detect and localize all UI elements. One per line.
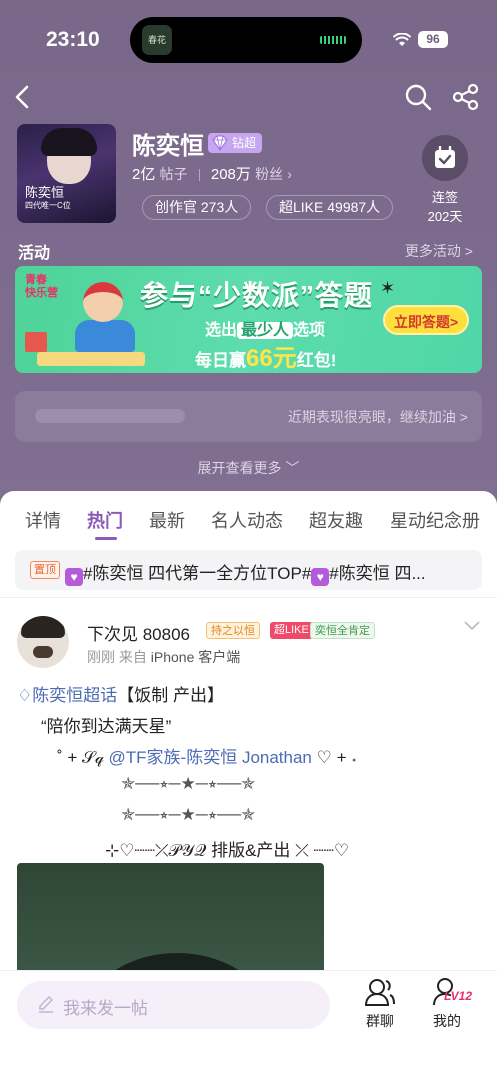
expand-more-button[interactable]: 展开查看更多 ﹀ bbox=[0, 458, 497, 478]
feed-tabs: 详情 热门 最新 名人动态 超友趣 星动纪念册 bbox=[0, 491, 497, 549]
activity-title: 活动 bbox=[18, 245, 51, 262]
tab-hot[interactable]: 热门 bbox=[87, 507, 123, 533]
notice-text: 近期表现很亮眼，继续加油 > bbox=[287, 409, 468, 425]
music-thumbnail: 春花 bbox=[142, 25, 172, 55]
diamond-icon: ♢ bbox=[17, 686, 33, 705]
books-illustration bbox=[25, 332, 47, 352]
audio-wave-icon bbox=[320, 36, 346, 44]
status-time: 23:10 bbox=[46, 28, 100, 51]
topic-header: 23:10 春花 96 陈奕恒 四代唯一C位 陈奕恒 钻超 2亿 帖子 208万… bbox=[0, 0, 497, 500]
mine-label: 我的 bbox=[433, 1013, 461, 1029]
post-source: iPhone 客户端 bbox=[150, 649, 241, 665]
search-icon[interactable] bbox=[404, 83, 432, 111]
group-chat-label: 群聊 bbox=[366, 1013, 394, 1029]
wifi-icon bbox=[393, 33, 411, 46]
banner-subline-2: 每日赢66元红包! bbox=[195, 345, 337, 372]
tab-memory-album[interactable]: 星动纪念册 bbox=[390, 507, 480, 533]
post-author-name[interactable]: 下次见 80806 bbox=[87, 620, 190, 645]
chevron-right-icon[interactable]: › bbox=[287, 166, 292, 182]
cover-title: 陈奕恒 bbox=[25, 186, 65, 201]
tab-celebrity-updates[interactable]: 名人动态 bbox=[211, 507, 283, 533]
post-line-2: “陪你到达满天星” bbox=[41, 717, 172, 736]
post-line-4: ✯──⭒─★─⭒──✯ bbox=[121, 774, 256, 793]
level-badge[interactable]: 钻超 bbox=[208, 133, 263, 153]
pencil-icon bbox=[39, 995, 54, 1013]
post-meta: 刚刚 来自 iPhone 客户端 bbox=[87, 647, 240, 667]
tab-details[interactable]: 详情 bbox=[25, 507, 61, 533]
checkin-button[interactable]: 连签 202天 bbox=[420, 135, 470, 225]
pinned-tag: 置顶 bbox=[30, 561, 60, 579]
status-bar: 23:10 春花 96 bbox=[0, 0, 497, 80]
endorse-badge[interactable]: 奕恒全肯定 bbox=[310, 622, 375, 639]
level-badge-label: 钻超 bbox=[232, 136, 257, 150]
share-icon[interactable] bbox=[452, 83, 480, 111]
purple-heart-icon: ♥ bbox=[65, 568, 83, 586]
superlike-badge[interactable]: 超LIKE bbox=[270, 622, 313, 639]
checkin-label: 连签 bbox=[431, 190, 458, 205]
bottom-bar: 我来发一帖 群聊 LV12 我的 bbox=[0, 970, 497, 1080]
answer-now-button[interactable]: 立即答题> bbox=[383, 305, 469, 335]
persistence-badge[interactable]: 持之以恒 bbox=[206, 622, 260, 639]
student-illustration bbox=[75, 320, 135, 352]
avatar[interactable] bbox=[17, 616, 69, 668]
quiz-activity-banner[interactable]: 青春 快乐营 参与“少数派”答题 ✶ 选出 最少人 选项 每日赢66元红包! 立即答… bbox=[15, 266, 482, 373]
compose-placeholder: 我来发一帖 bbox=[63, 999, 148, 1018]
topic-title: 陈奕恒 bbox=[132, 133, 204, 160]
superlike-pill[interactable]: 超LIKE 49987人 bbox=[266, 195, 394, 220]
checkin-days: 202天 bbox=[427, 209, 463, 224]
compose-post-input[interactable]: 我来发一帖 bbox=[17, 981, 330, 1029]
dynamic-island: 春花 bbox=[130, 17, 362, 63]
creators-pill[interactable]: 创作官 273人 bbox=[142, 195, 252, 220]
diamond-icon bbox=[212, 135, 228, 151]
cover-subtitle: 四代唯一C位 bbox=[25, 201, 71, 210]
fans-label[interactable]: 粉丝 bbox=[255, 166, 283, 182]
calendar-check-icon bbox=[422, 135, 468, 181]
group-chat-icon bbox=[364, 979, 395, 1006]
active-tab-indicator bbox=[95, 537, 117, 540]
posts-label: 帖子 bbox=[159, 166, 188, 182]
banner-subline-1: 选出 最少人 选项 bbox=[205, 322, 326, 339]
user-level-badge: LV12 bbox=[444, 989, 473, 1003]
post-from-label: 来自 bbox=[118, 649, 147, 665]
topic-stats: 2亿 帖子 208万 粉丝 › bbox=[132, 163, 292, 184]
post-line-6: ⊹♡┈┈⤫𝒫𝒴𝒬 排版&产出 ⤫ ┈┈♡ bbox=[105, 841, 350, 860]
mention-link[interactable]: @TF家族-陈奕恒 Jonathan bbox=[109, 748, 312, 767]
topic-cover-image[interactable]: 陈奕恒 四代唯一C位 bbox=[17, 124, 116, 223]
back-icon[interactable] bbox=[12, 82, 34, 112]
battery-indicator: 96 bbox=[418, 31, 448, 48]
mine-button[interactable]: LV12 我的 bbox=[422, 977, 472, 1031]
post-time: 刚刚 bbox=[87, 649, 115, 665]
performance-notice[interactable]: 近期表现很亮眼，继续加油 > bbox=[15, 391, 482, 442]
tab-latest[interactable]: 最新 bbox=[149, 507, 185, 533]
event-logo: 青春 快乐营 bbox=[25, 274, 58, 299]
post-line-5: ✯──⭒─★─⭒──✯ bbox=[121, 805, 256, 824]
tab-super-fun[interactable]: 超友趣 bbox=[309, 507, 363, 533]
sparkle-icon: ✶ bbox=[380, 278, 396, 298]
topic-link[interactable]: 陈奕恒超话 bbox=[32, 686, 117, 705]
chevron-down-icon[interactable] bbox=[464, 621, 480, 631]
pinned-text: ♥ #陈奕恒 四代第一全方位TOP# ♥ #陈奕恒 四... bbox=[65, 559, 470, 586]
fans-count[interactable]: 208万 bbox=[211, 166, 251, 183]
more-activities-link[interactable]: 更多活动 > bbox=[405, 241, 473, 261]
posts-count: 2亿 bbox=[132, 166, 156, 183]
banner-headline: 参与“少数派”答题 bbox=[140, 280, 374, 311]
pinned-post[interactable]: 置顶 ♥ #陈奕恒 四代第一全方位TOP# ♥ #陈奕恒 四... bbox=[15, 550, 482, 590]
purple-heart-icon: ♥ bbox=[311, 568, 330, 586]
group-chat-button[interactable]: 群聊 bbox=[355, 977, 405, 1031]
